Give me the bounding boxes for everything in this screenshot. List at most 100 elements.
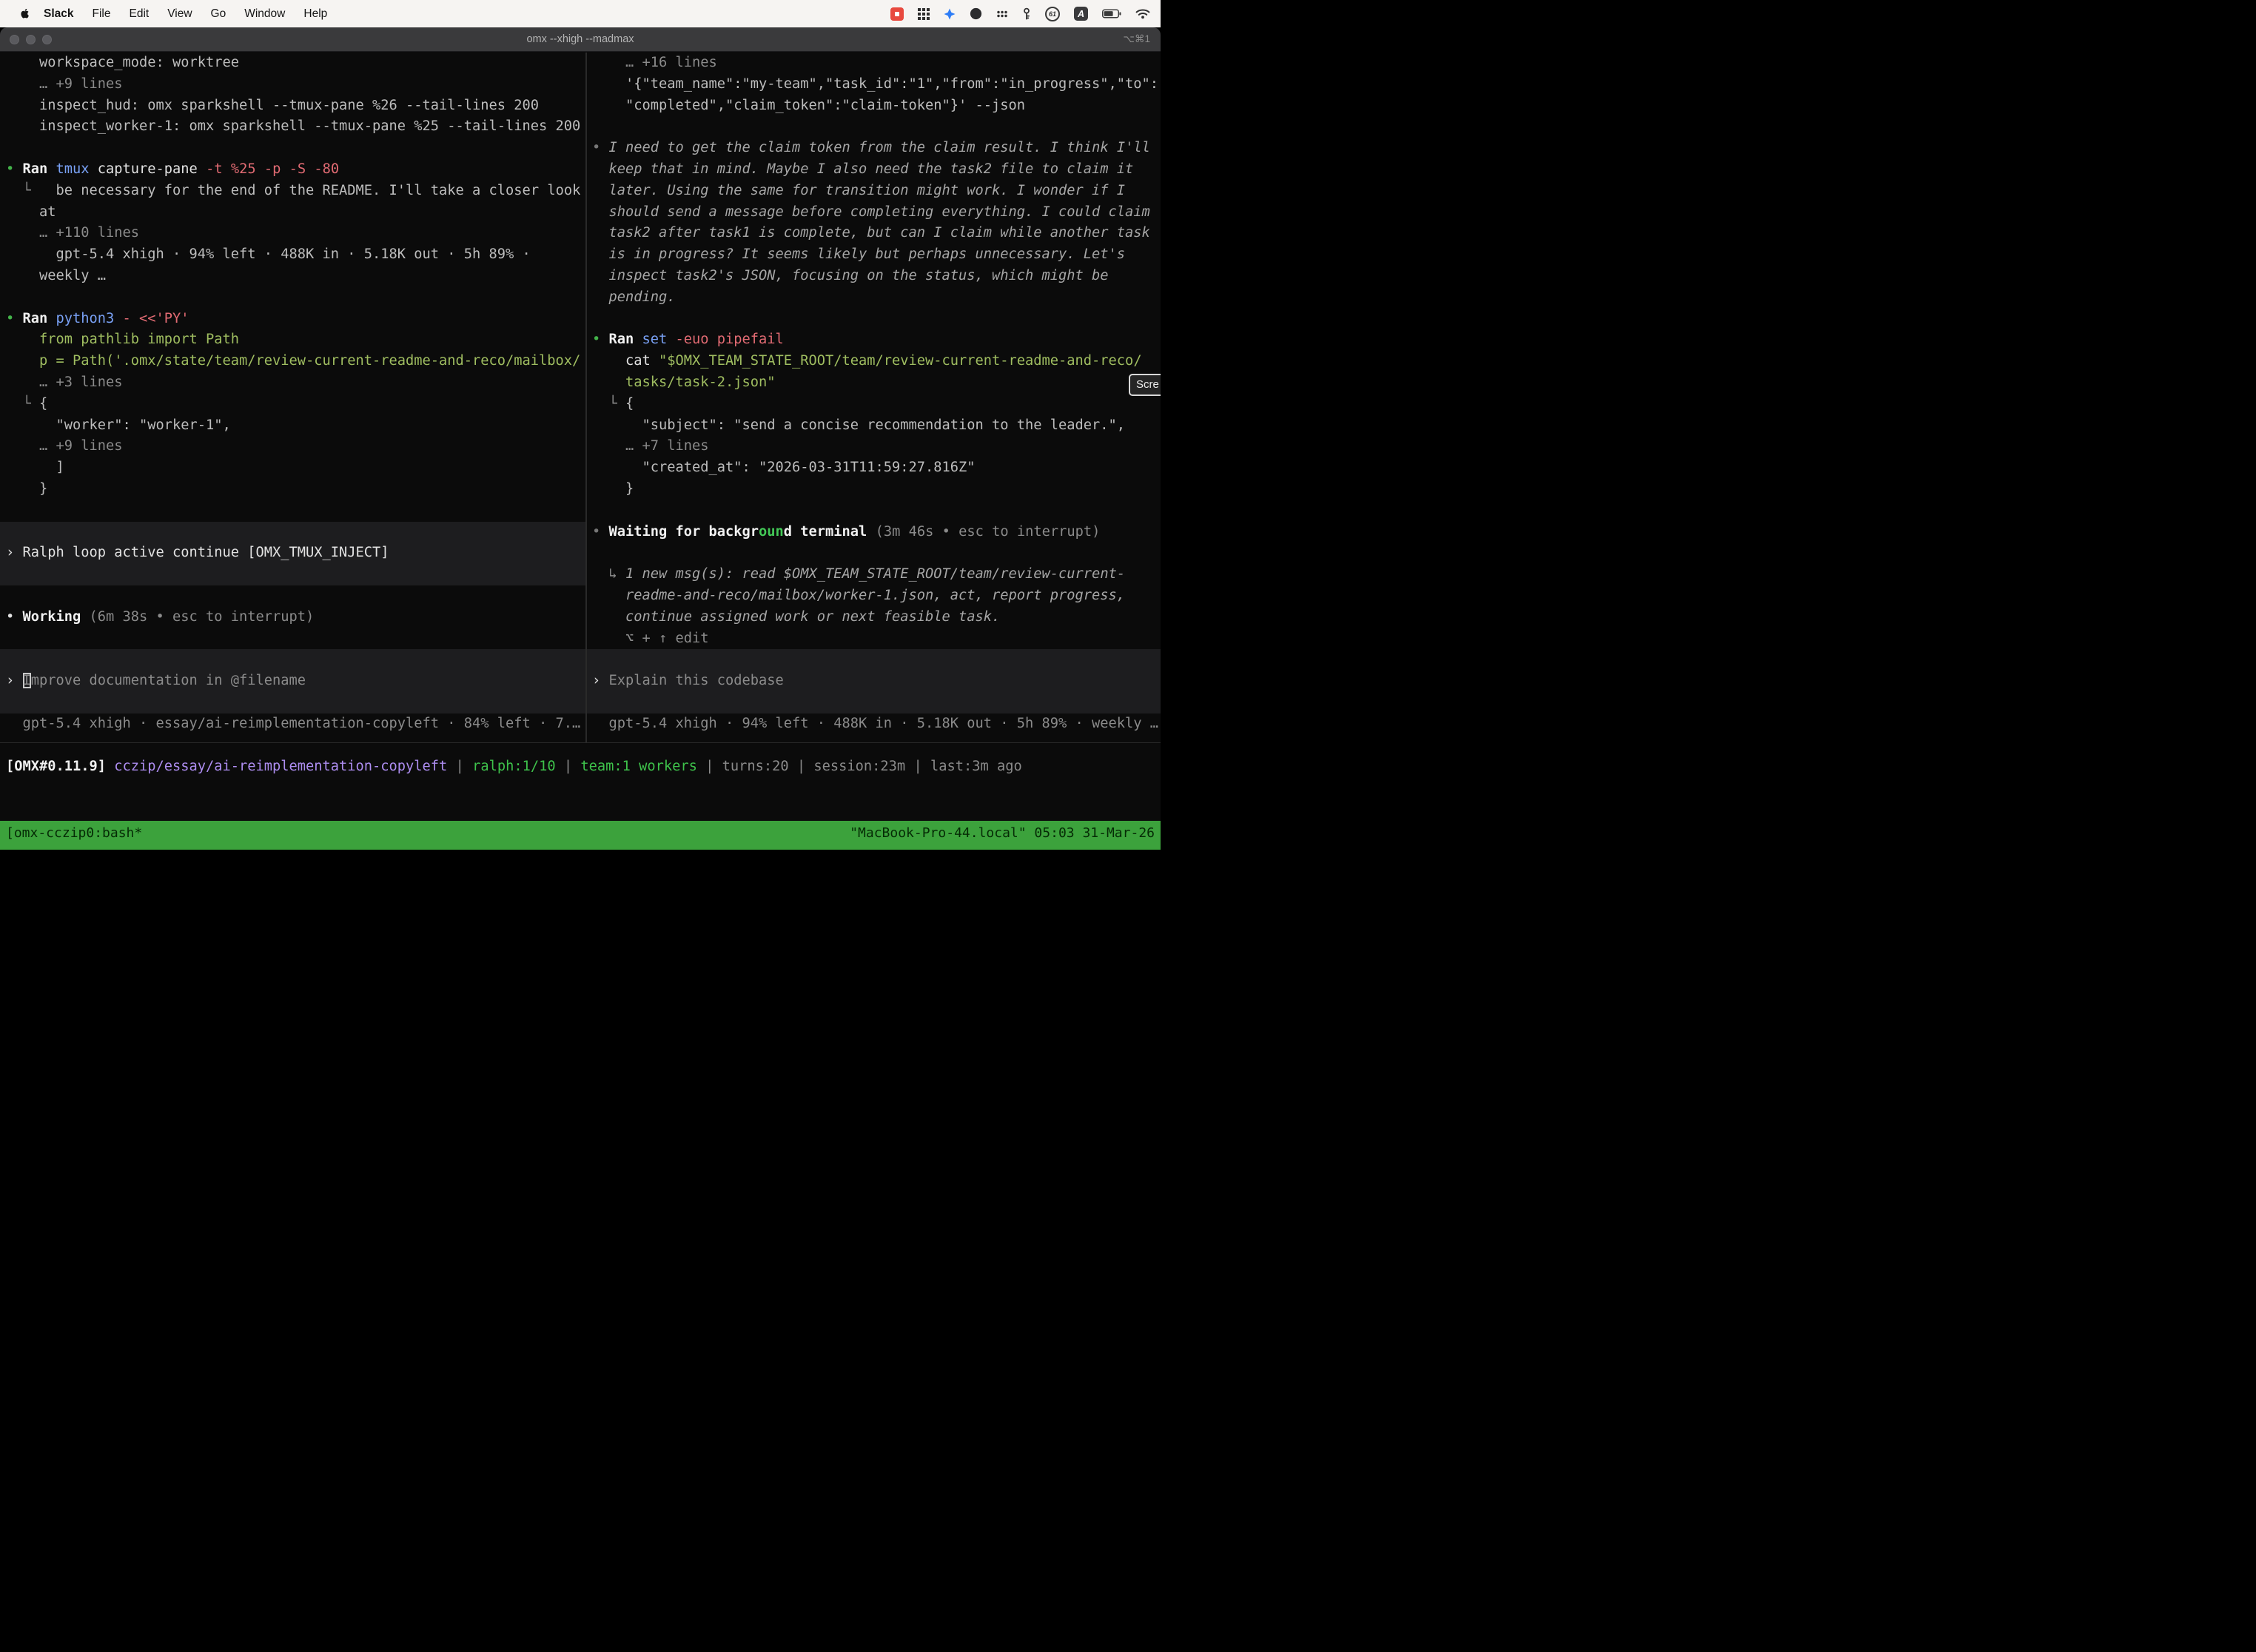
terminal-line: keep that in mind. Maybe I also need the… bbox=[587, 159, 1161, 181]
close-button[interactable] bbox=[10, 35, 19, 44]
pane-bottom-divider bbox=[0, 742, 1161, 743]
text-segment: Ran bbox=[23, 311, 56, 326]
tmux-status-bar: [omx-cczip0:bash* "MacBook-Pro-44.local"… bbox=[0, 821, 1161, 850]
window-titlebar[interactable]: omx --xhigh --madmax ⌥⌘1 bbox=[0, 27, 1161, 52]
text-segment: Ran bbox=[609, 332, 642, 347]
menu-view[interactable]: View bbox=[167, 7, 192, 21]
pane-status-line: gpt-5.4 xhigh · 94% left · 488K in · 5.1… bbox=[587, 713, 1161, 735]
text-segment: } bbox=[6, 481, 47, 497]
terminal-line: … +16 lines bbox=[587, 53, 1161, 74]
grid-icon[interactable] bbox=[918, 8, 930, 20]
terminal-line: is in progress? It seems likely but perh… bbox=[587, 244, 1161, 266]
omx-status-line: [OMX#0.11.9] cczip/essay/ai-reimplementa… bbox=[0, 756, 1161, 777]
terminal-line bbox=[587, 543, 1161, 564]
terminal-line: "subject": "send a concise recommendatio… bbox=[587, 415, 1161, 437]
menu-edit[interactable]: Edit bbox=[130, 7, 150, 21]
terminal-line: later. Using the same for transition mig… bbox=[587, 181, 1161, 202]
screen-recording-icon[interactable] bbox=[890, 7, 904, 21]
terminal-line: '{"team_name":"my-team","task_id":"1","f… bbox=[587, 74, 1161, 95]
text-segment: -t %25 -p -S -80 bbox=[206, 161, 339, 177]
terminal-line: should send a message before completing … bbox=[587, 202, 1161, 224]
tmux-session-label: [omx-cczip0:bash* bbox=[6, 822, 142, 850]
text-segment: inspect task2's JSON, focusing on the st… bbox=[592, 268, 1109, 283]
input-source-icon[interactable]: A bbox=[1074, 7, 1088, 21]
window-shortcut: ⌥⌘1 bbox=[1123, 33, 1150, 45]
text-segment: | bbox=[447, 759, 472, 774]
pane-status-line: gpt-5.4 xhigh · essay/ai-reimplementatio… bbox=[0, 713, 585, 735]
terminal-line: cat "$OMX_TEAM_STATE_ROOT/team/review-cu… bbox=[587, 351, 1161, 372]
battery-icon[interactable] bbox=[1102, 9, 1121, 19]
text-segment: • bbox=[592, 332, 609, 347]
terminal-line: gpt-5.4 xhigh · 94% left · 488K in · 5.1… bbox=[0, 244, 585, 266]
text-segment: cat bbox=[592, 353, 659, 369]
text-segment: › bbox=[6, 545, 23, 560]
prompt-input[interactable]: › Explain this codebase bbox=[587, 671, 1161, 692]
text-segment: Ralph loop active continue [OMX_TMUX_INJ… bbox=[23, 545, 389, 560]
text-segment: › bbox=[6, 673, 23, 688]
terminal-line: weekly … bbox=[0, 266, 585, 287]
blue-star-icon[interactable] bbox=[944, 8, 956, 20]
text-segment: cczip/essay/ai-reimplementation-copyleft bbox=[114, 759, 447, 774]
text-segment: set bbox=[642, 332, 676, 347]
text-segment: gpt-5.4 xhigh · 94% left · 488K in · 5.1… bbox=[6, 246, 531, 262]
menubar-menus: Slack File Edit View Go Window Help bbox=[19, 7, 327, 21]
text-segment: … +16 lines bbox=[592, 55, 717, 70]
text-segment: - <<'PY' bbox=[123, 311, 189, 326]
text-segment: • bbox=[592, 524, 609, 540]
terminal-line: workspace_mode: worktree bbox=[0, 53, 585, 74]
text-segment: • bbox=[6, 161, 23, 177]
text-segment: tmux bbox=[56, 161, 98, 177]
text-segment: (6m 38s • esc to interrupt) bbox=[90, 609, 315, 625]
text-segment: Working bbox=[23, 609, 90, 625]
menu-help[interactable]: Help bbox=[303, 7, 327, 21]
text-segment: | bbox=[905, 759, 930, 774]
text-segment: } bbox=[592, 481, 634, 497]
text-segment: Waiting for backgr bbox=[609, 524, 759, 540]
menu-go[interactable]: Go bbox=[211, 7, 226, 21]
terminal-line bbox=[587, 116, 1161, 138]
terminal-line bbox=[587, 500, 1161, 522]
pane-divider[interactable] bbox=[585, 53, 587, 743]
app-menu-title[interactable]: Slack bbox=[44, 7, 74, 21]
text-segment: last:3m ago bbox=[930, 759, 1022, 774]
prompt-input[interactable]: › Improve documentation in @filename bbox=[0, 671, 585, 692]
minimize-button[interactable] bbox=[26, 35, 36, 44]
terminal-line: "worker": "worker-1", bbox=[0, 415, 585, 437]
left-terminal-pane[interactable]: workspace_mode: worktree … +9 lines insp… bbox=[0, 53, 585, 742]
wifi-icon[interactable] bbox=[1135, 8, 1150, 19]
queued-message: › Ralph loop active continue [OMX_TMUX_I… bbox=[0, 543, 585, 564]
input-source-label: A bbox=[1078, 9, 1084, 19]
terminal-line: readme-and-reco/mailbox/worker-1.json, a… bbox=[587, 585, 1161, 607]
terminal-line: └ { bbox=[0, 394, 585, 415]
zoom-button[interactable] bbox=[42, 35, 52, 44]
text-segment: later. Using the same for transition mig… bbox=[592, 183, 1125, 198]
text-segment: python3 bbox=[56, 311, 123, 326]
text-segment: gpt-5.4 xhigh · 94% left · 488K in · 5.1… bbox=[592, 716, 1158, 731]
text-segment: ↳ bbox=[592, 566, 625, 582]
terminal-line bbox=[0, 500, 585, 522]
text-segment: team:1 workers bbox=[580, 759, 697, 774]
terminal-line bbox=[0, 692, 585, 713]
text-segment: '{"team_name":"my-team","task_id":"1","f… bbox=[592, 76, 1161, 92]
text-segment: … +7 lines bbox=[592, 438, 709, 454]
key-icon[interactable] bbox=[1022, 7, 1031, 20]
right-terminal-pane[interactable]: … +16 lines '{"team_name":"my-team","tas… bbox=[587, 53, 1161, 742]
terminal-line bbox=[0, 138, 585, 159]
percent-circle-icon[interactable]: 61 bbox=[1045, 7, 1060, 21]
terminal-line: } bbox=[0, 479, 585, 500]
six-dots-icon[interactable] bbox=[996, 10, 1008, 19]
text-segment: should send a message before completing … bbox=[592, 204, 1150, 220]
text-segment: [OMX#0.11.9] bbox=[6, 759, 114, 774]
text-segment: Ran bbox=[23, 161, 56, 177]
menu-window[interactable]: Window bbox=[244, 7, 285, 21]
terminal-line: • Ran tmux capture-pane -t %25 -p -S -80 bbox=[0, 159, 585, 181]
text-segment: • bbox=[592, 140, 609, 155]
menu-file[interactable]: File bbox=[93, 7, 111, 21]
terminal-line: pending. bbox=[587, 287, 1161, 309]
text-segment: I need to get the claim token from the c… bbox=[609, 140, 1150, 155]
dark-circle-icon[interactable] bbox=[970, 7, 982, 20]
terminal-window: omx --xhigh --madmax ⌥⌘1 workspace_mode:… bbox=[0, 27, 1161, 850]
text-segment: … +9 lines bbox=[6, 76, 123, 92]
text-segment: session:23m bbox=[813, 759, 905, 774]
apple-menu-icon[interactable] bbox=[19, 7, 30, 20]
